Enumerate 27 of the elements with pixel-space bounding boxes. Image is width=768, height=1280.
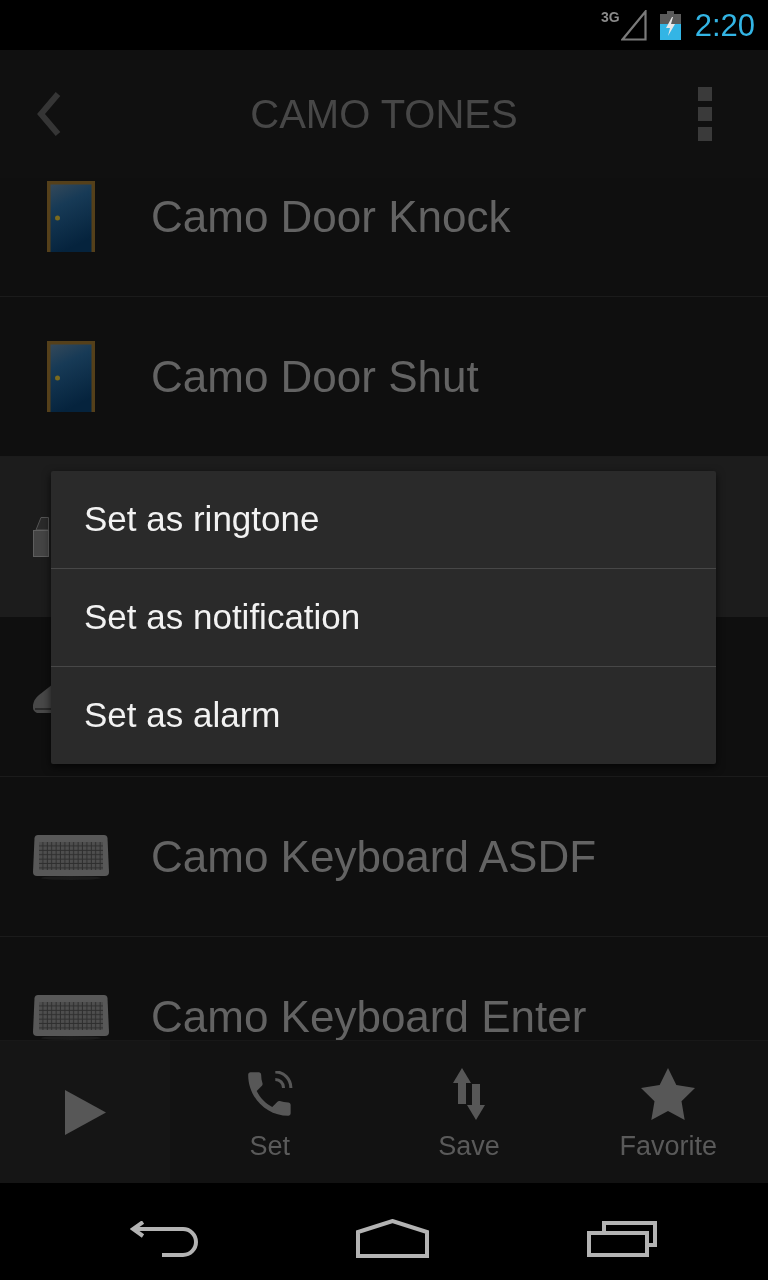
menu-item[interactable]: Set as notification — [51, 568, 716, 666]
tone-title: Camo Keyboard ASDF — [151, 834, 597, 879]
signal-icon — [620, 9, 647, 41]
favorite-button[interactable]: Favorite — [568, 1041, 768, 1183]
home-icon — [356, 1219, 429, 1258]
up-down-arrows-icon — [453, 1068, 485, 1120]
back-icon — [36, 91, 62, 137]
overflow-menu-icon — [698, 87, 712, 141]
door-icon — [47, 181, 95, 252]
tone-title: Camo Door Knock — [151, 194, 511, 239]
play-icon — [64, 1089, 106, 1135]
phone-icon — [246, 1071, 293, 1117]
list-row[interactable]: Camo Door Knock — [0, 178, 768, 297]
save-button[interactable]: Save — [369, 1041, 569, 1183]
set-button[interactable]: Set — [170, 1041, 370, 1183]
menu-item[interactable]: Set as ringtone — [51, 471, 716, 568]
keyboard-icon — [32, 833, 110, 880]
back-arrow-icon — [130, 1220, 198, 1257]
tone-title: Camo Door Shut — [151, 354, 479, 399]
network-type: 3G — [600, 10, 620, 24]
box-icon — [33, 516, 49, 557]
door-icon — [47, 341, 95, 412]
menu-item[interactable]: Set as alarm — [51, 666, 716, 764]
star-icon — [641, 1068, 696, 1120]
recents-icon — [587, 1220, 657, 1257]
clock: 2:20 — [694, 9, 755, 41]
battery-icon — [659, 10, 681, 40]
